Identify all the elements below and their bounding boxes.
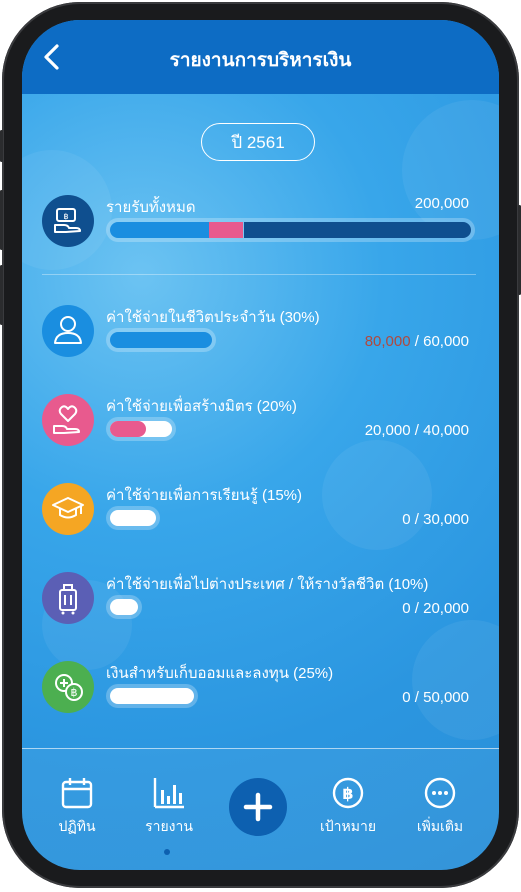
category-label: ค่าใช้จ่ายเพื่อสร้างมิตร (20%) (106, 398, 297, 415)
divider (42, 274, 476, 275)
calendar-icon (61, 778, 93, 809)
nav-label: เป้าหมาย (319, 818, 377, 834)
year-selector[interactable]: ปี 2561 (201, 123, 315, 161)
category-label: ค่าใช้จ่ายเพื่อการเรียนรู้ (15%) (106, 487, 303, 504)
volume-down-button (0, 265, 3, 325)
category-bar (106, 417, 176, 441)
svg-text:฿: ฿ (71, 686, 78, 699)
app-screen: รายงานการบริหารเงิน ปี 2561 ฿ รายรับทั้ง… (22, 20, 499, 870)
category-amount: 0 / 20,000 (402, 600, 469, 617)
bottom-nav: ปฏิทิน รายงาน ฿ เป้าหมาย เพิ่มเติม (22, 748, 499, 870)
coins-icon: ฿ (42, 661, 94, 713)
category-bar (106, 684, 198, 708)
app-header: รายงานการบริหารเงิน (22, 20, 499, 94)
total-income-amount: 200,000 (414, 195, 469, 212)
category-label: ค่าใช้จ่ายในชีวิตประจำวัน (30%) (106, 309, 320, 326)
category-bar-fill (110, 421, 146, 437)
money-hand-icon: ฿ (42, 195, 94, 247)
amount-separator: / (410, 422, 424, 439)
nav-label: รายงาน (145, 818, 193, 834)
budget-amount: 50,000 (423, 689, 469, 706)
income-bar-segment (110, 222, 209, 238)
luggage-icon (42, 572, 94, 624)
budget-amount: 20,000 (423, 600, 469, 617)
category-bar-fill (110, 332, 212, 348)
income-bar-segment (244, 222, 471, 238)
category-amount: 80,000 / 60,000 (365, 333, 469, 350)
amount-separator: / (410, 600, 424, 617)
bar-chart-icon (153, 778, 184, 809)
nav-label: ปฏิทิน (58, 818, 96, 834)
spent-amount: 0 (402, 689, 411, 706)
nav-report[interactable]: รายงาน (129, 776, 209, 838)
mute-switch (0, 130, 3, 162)
person-icon (42, 305, 94, 357)
active-tab-indicator (164, 849, 170, 855)
spent-amount: 80,000 (364, 333, 411, 350)
amount-separator: / (410, 511, 424, 528)
category-bar-remaining (110, 688, 194, 704)
nav-goal[interactable]: ฿ เป้าหมาย (308, 776, 388, 838)
spent-amount: 20,000 (364, 422, 411, 439)
income-bar-segment (209, 222, 243, 238)
heart-hand-icon (42, 394, 94, 446)
category-bar (106, 506, 160, 530)
total-income-label: รายรับทั้งหมด (106, 199, 196, 216)
spent-amount: 0 (402, 600, 411, 617)
budget-amount: 30,000 (423, 511, 469, 528)
category-bar-remaining (110, 510, 156, 526)
category-bar (106, 595, 142, 619)
plus-icon (243, 792, 273, 822)
nav-label: เพิ่มเติม (416, 818, 464, 834)
category-bar (106, 328, 216, 352)
category-label: เงินสำหรับเก็บออมและลงทุน (25%) (106, 665, 334, 682)
more-icon (424, 777, 456, 809)
total-income-bar (106, 218, 475, 242)
graduation-cap-icon (42, 483, 94, 535)
amount-separator: / (410, 689, 424, 706)
nav-more[interactable]: เพิ่มเติม (400, 776, 480, 838)
spent-amount: 0 (402, 511, 411, 528)
budget-amount: 60,000 (423, 333, 469, 350)
baht-coin-icon: ฿ (332, 777, 364, 809)
nav-calendar[interactable]: ปฏิทิน (37, 776, 117, 838)
page-title: รายงานการบริหารเงิน (169, 50, 352, 71)
svg-text:฿: ฿ (63, 212, 68, 221)
amount-separator: / (410, 333, 424, 350)
volume-up-button (0, 190, 3, 250)
category-amount: 0 / 30,000 (402, 511, 469, 528)
category-amount: 20,000 / 40,000 (365, 422, 469, 439)
add-button[interactable] (229, 778, 287, 836)
category-bar-remaining (110, 599, 138, 615)
budget-amount: 40,000 (423, 422, 469, 439)
svg-text:฿: ฿ (342, 784, 353, 803)
category-amount: 0 / 50,000 (402, 689, 469, 706)
category-label: ค่าใช้จ่ายเพื่อไปต่างประเทศ / ให้รางวัลช… (106, 576, 429, 593)
